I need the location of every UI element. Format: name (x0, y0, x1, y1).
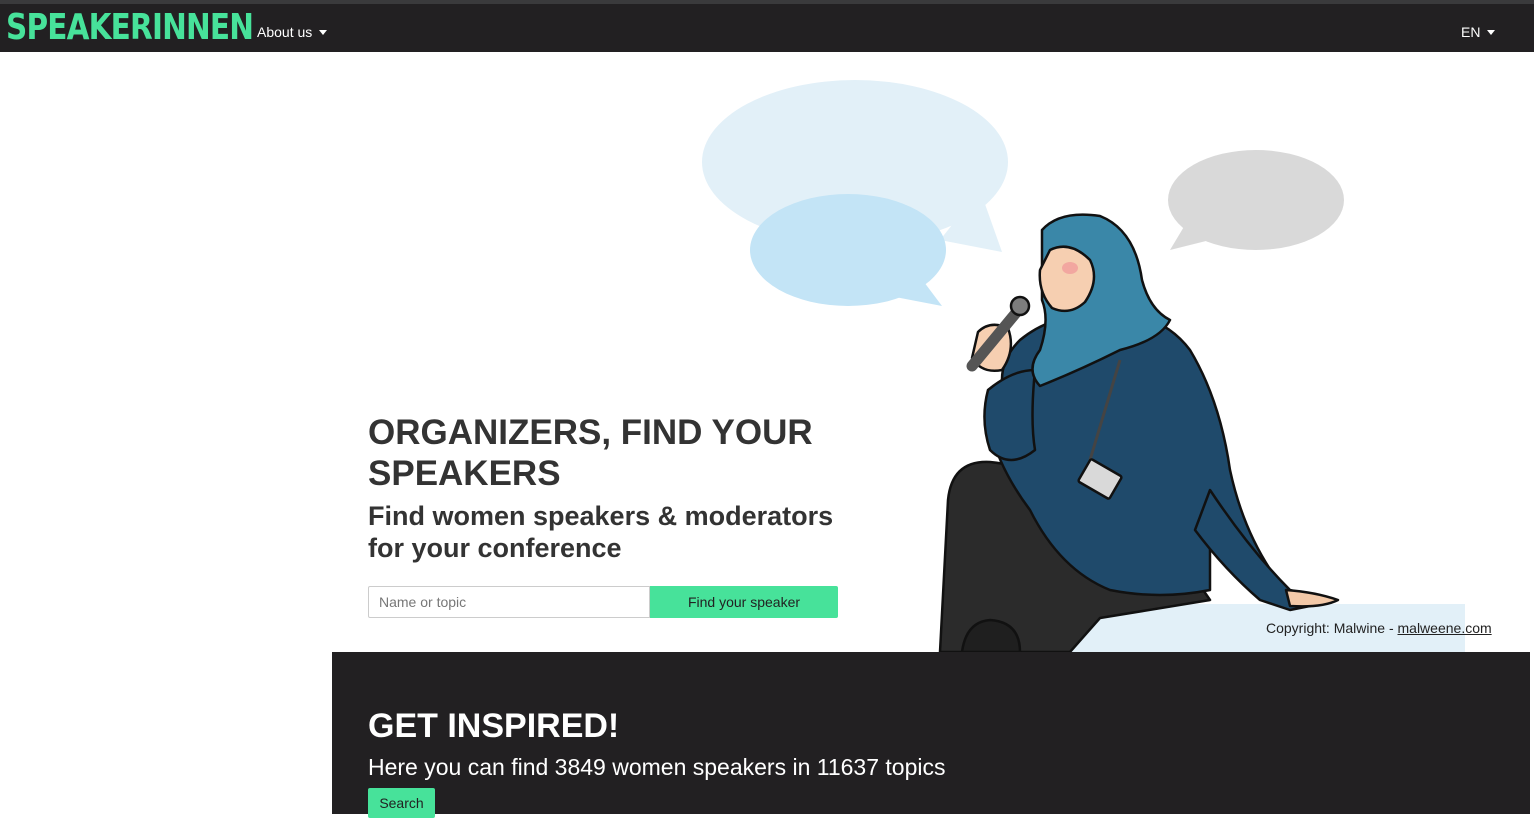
top-navbar: SPEAKERINNEN About us EN (0, 0, 1534, 52)
about-us-dropdown[interactable]: About us (257, 24, 328, 40)
language-dropdown[interactable]: EN (1461, 24, 1496, 40)
woman-speaker-figure (938, 213, 1340, 652)
illustration-copyright: Copyright: Malwine - malweene.com (1266, 620, 1492, 636)
hero-subtitle: Find women speakers & moderators for you… (368, 501, 834, 563)
find-your-speaker-button[interactable]: Find your speaker (650, 586, 838, 618)
hero-title: ORGANIZERS, FIND YOUR SPEAKERS (368, 413, 813, 493)
copyright-link[interactable]: malweene.com (1398, 620, 1492, 636)
speaker-search-input[interactable] (368, 586, 650, 618)
chevron-down-icon (319, 29, 328, 35)
speech-bubble-grey (1168, 150, 1344, 250)
site-logo[interactable]: SPEAKERINNEN (6, 6, 254, 50)
inspire-subtitle: Here you can find 3849 women speakers in… (368, 754, 946, 780)
speech-bubble-blue (750, 194, 946, 306)
chevron-down-icon (1487, 29, 1496, 35)
speaker-illustration (702, 80, 1465, 652)
language-label: EN (1461, 24, 1481, 40)
copyright-text: Copyright: Malwine - (1266, 620, 1394, 636)
inspire-title: GET INSPIRED! (368, 707, 620, 745)
about-us-label: About us (257, 24, 313, 40)
